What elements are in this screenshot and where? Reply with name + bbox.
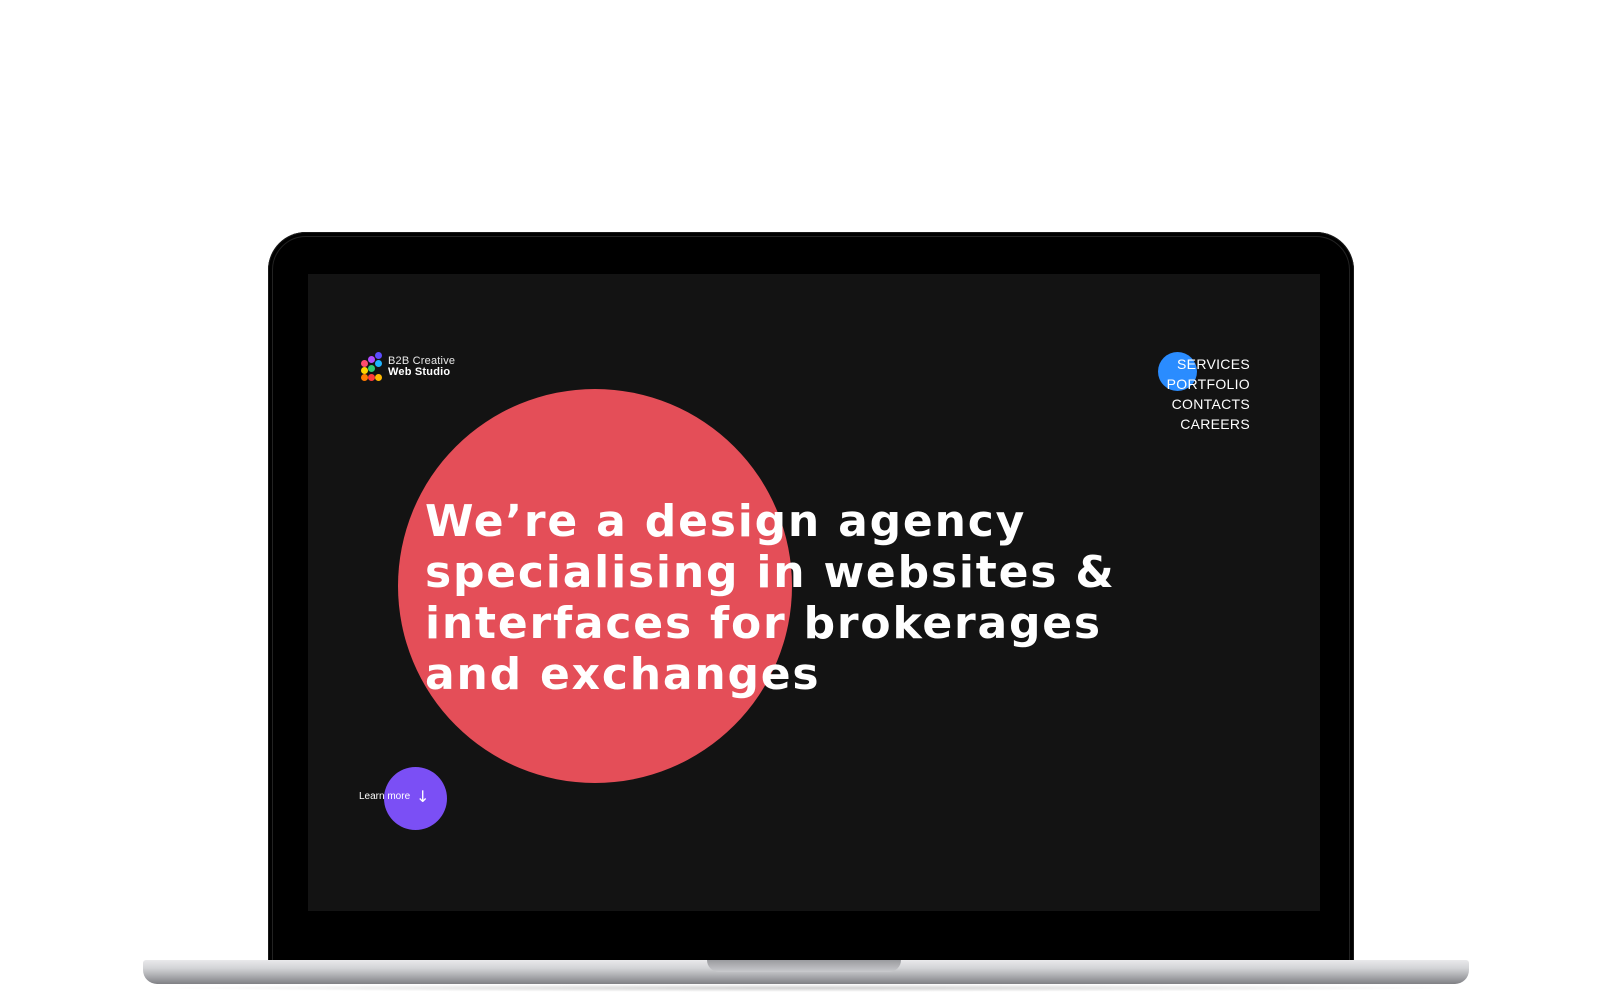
nav-link-services[interactable]: SERVICES bbox=[1177, 354, 1250, 374]
logo-dot bbox=[368, 365, 375, 372]
logo-dot bbox=[375, 352, 382, 359]
learn-more-label: Learn more bbox=[359, 791, 411, 802]
logo-dot bbox=[361, 360, 368, 367]
nav-link-careers[interactable]: CAREERS bbox=[1180, 414, 1250, 434]
logo-wordmark: B2B Creative Web Studio bbox=[388, 356, 455, 378]
nav-link-contacts[interactable]: CONTACTS bbox=[1172, 394, 1250, 414]
nav-link-portfolio[interactable]: PORTFOLIO bbox=[1167, 374, 1250, 394]
logo-dots-icon bbox=[360, 352, 382, 382]
hero-headline: We’re a design agency specialising in we… bbox=[425, 496, 1116, 700]
arrow-down-icon: ↓ bbox=[416, 787, 430, 806]
logo-dot bbox=[361, 374, 368, 381]
logo-dot bbox=[368, 356, 375, 363]
studio-logo[interactable]: B2B Creative Web Studio bbox=[360, 352, 455, 382]
logo-dot bbox=[361, 367, 368, 374]
main-nav: SERVICES PORTFOLIO CONTACTS CAREERS bbox=[1167, 354, 1250, 434]
laptop-base-notch bbox=[707, 960, 901, 972]
laptop-mockup: B2B Creative Web Studio SERVICES PORTFOL… bbox=[0, 0, 1600, 1005]
website-screen: B2B Creative Web Studio SERVICES PORTFOL… bbox=[308, 274, 1320, 911]
laptop-shadow bbox=[140, 984, 1472, 992]
logo-line-2: Web Studio bbox=[388, 366, 451, 378]
logo-dot bbox=[375, 374, 382, 381]
learn-more-button[interactable]: Learn more ↓ bbox=[359, 767, 459, 831]
logo-dot bbox=[368, 374, 375, 381]
logo-dot bbox=[375, 360, 382, 367]
